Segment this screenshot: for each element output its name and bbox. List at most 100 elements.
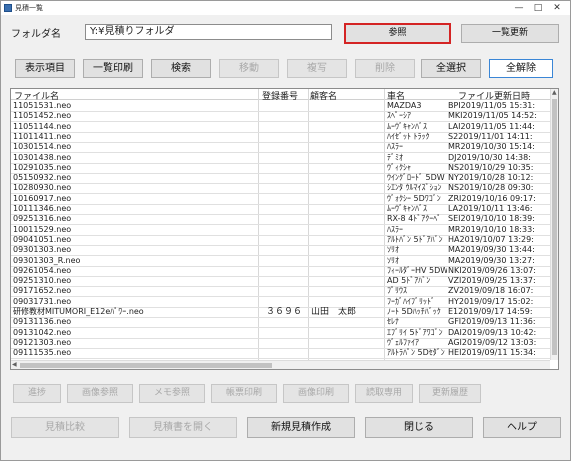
cell-customer (311, 286, 381, 296)
title-bar: 見積一覧 — □ ✕ (1, 1, 570, 15)
cell-number (261, 286, 307, 296)
bottom-button[interactable]: 見積書を開く (129, 417, 237, 438)
bottom-button[interactable]: 見積比較 (11, 417, 119, 438)
cell-customer (311, 183, 381, 193)
minimize-icon[interactable]: — (512, 2, 526, 14)
cell-car: AD 5ﾄﾞｱﾊﾞﾝ (387, 276, 431, 286)
cell-customer (311, 276, 381, 286)
cell-file: 10291035.neo (13, 162, 72, 172)
cell-customer (311, 348, 381, 358)
cell-updated: ZRI2019/10/16 09:17: (448, 193, 536, 203)
cell-file: 09301303.neo (13, 245, 72, 255)
action-button[interactable]: 画像参照 (67, 384, 133, 403)
vertical-scroll-thumb[interactable] (552, 99, 557, 355)
cell-updated: DAI2019/09/13 10:42: (448, 327, 537, 337)
cell-customer (311, 204, 381, 214)
cell-car: ｳﾞｨｸｼｬ (387, 162, 411, 172)
cell-number (261, 256, 307, 266)
cell-file: 09171652.neo (13, 286, 72, 296)
refresh-list-button[interactable]: 一覧更新 (461, 24, 559, 43)
cell-number (261, 111, 307, 121)
cell-file: 10011529.neo (13, 224, 72, 234)
toolbar-button[interactable]: 表示項目 (15, 59, 75, 78)
maximize-icon[interactable]: □ (531, 2, 545, 14)
cell-file: 11051452.neo (13, 111, 72, 121)
action-button[interactable]: 更新履歴 (419, 384, 481, 403)
cell-customer (311, 297, 381, 307)
horizontal-scrollbar[interactable]: ◀ (11, 360, 550, 369)
cell-file: 10301438.neo (13, 152, 72, 162)
cell-file: 09041051.neo (13, 234, 72, 244)
scroll-left-icon[interactable]: ◀ (12, 361, 17, 369)
cell-car: ﾌｨｰﾙﾀﾞｰHV 5DW (387, 265, 447, 275)
toolbar-button[interactable]: 削除 (355, 59, 415, 78)
table-row[interactable]: 09111535.neo ｱﾙﾄﾗﾊﾟﾝ 5Dｾﾀﾞﾝ HEI2019/09/11 … (11, 348, 550, 360)
toolbar-button[interactable]: 複写 (287, 59, 347, 78)
cell-car: ｱﾙﾄﾊﾞﾝ 5ﾄﾞｱﾊﾞﾝ (387, 234, 443, 244)
cell-number (261, 194, 307, 204)
cell-updated: SEI2019/10/10 18:39: (448, 214, 535, 224)
app-icon (4, 4, 12, 12)
cell-updated: MA2019/09/30 13:27: (448, 255, 535, 265)
cell-updated: MKI2019/11/05 14:52: (448, 111, 537, 121)
cell-customer (311, 194, 381, 204)
cell-file: 09131136.neo (13, 317, 72, 327)
toolbar-button[interactable]: 全選択 (421, 59, 481, 78)
cell-number (261, 142, 307, 152)
toolbar-button[interactable]: 移動 (219, 59, 279, 78)
window-title: 見積一覧 (15, 4, 43, 12)
action-button[interactable]: 読取専用 (355, 384, 413, 403)
cell-number (261, 183, 307, 193)
vertical-scrollbar[interactable]: ▲ (550, 89, 558, 360)
cell-number (261, 328, 307, 338)
cell-number (261, 132, 307, 142)
cell-updated: HA2019/10/07 13:29: (448, 234, 534, 244)
bottom-button[interactable]: ヘルプ (483, 417, 561, 438)
estimate-file-list[interactable]: ファイル名 登録番号 顧客名 車名 ファイル更新日時 11051531.neo M… (10, 88, 559, 370)
cell-number (261, 214, 307, 224)
toolbar-button[interactable]: 一覧印刷 (83, 59, 143, 78)
cell-file: 09121303.neo (13, 337, 72, 347)
cell-car: ｽﾍﾟｰｼｱ (387, 111, 411, 121)
action-button[interactable]: メモ参照 (139, 384, 205, 403)
cell-file: 05150932.neo (13, 173, 72, 183)
close-icon[interactable]: ✕ (550, 2, 564, 14)
folder-path-field[interactable]: Y:¥見積りフォルダ (85, 24, 332, 40)
cell-car: ﾌｰｶﾞﾊｲﾌﾞﾘｯﾄﾞ (387, 296, 435, 306)
cell-car: ｳﾞｫｸｼｰ 5Dﾜｺﾞﾝ (387, 193, 441, 203)
action-button[interactable]: 帳票印刷 (211, 384, 277, 403)
cell-number: ３６９６ (265, 307, 302, 317)
cell-file: 09301303_R.neo (13, 255, 81, 265)
cell-number (261, 297, 307, 307)
cell-number (261, 204, 307, 214)
cell-file: 研修教材MITUMORI_E12eﾊﾟﾜｰ.neo (13, 307, 144, 316)
cell-file: 10160917.neo (13, 193, 72, 203)
bottom-button[interactable]: 新規見積作成 (247, 417, 355, 438)
cell-file: 09131042.neo (13, 327, 72, 337)
cell-number (261, 235, 307, 245)
cell-file: 10280930.neo (13, 183, 72, 193)
cell-number (261, 266, 307, 276)
toolbar-button[interactable]: 全解除 (489, 59, 553, 78)
cell-updated: NY2019/10/28 10:12: (448, 173, 534, 183)
cell-customer (311, 214, 381, 224)
toolbar-button[interactable]: 検索 (151, 59, 211, 78)
cell-customer (311, 132, 381, 142)
cell-updated: NS2019/10/29 10:35: (448, 162, 534, 172)
bottom-button[interactable]: 閉じる (365, 417, 473, 438)
cell-updated: VZI2019/09/25 13:37: (448, 276, 536, 286)
cell-updated: AGI2019/09/12 13:03: (448, 337, 537, 347)
browse-button[interactable]: 参照 (344, 23, 451, 44)
cell-updated: MR2019/10/10 18:33: (448, 224, 535, 234)
action-button[interactable]: 画像印刷 (283, 384, 349, 403)
table-header: ファイル名 登録番号 顧客名 車名 ファイル更新日時 (11, 89, 558, 102)
cell-updated: LA2019/10/11 13:46: (448, 204, 533, 213)
scroll-up-icon[interactable]: ▲ (552, 89, 557, 97)
cell-updated: S22019/11/01 14:11: (448, 131, 533, 141)
horizontal-scroll-thumb[interactable] (20, 363, 272, 368)
cell-file: 11011411.neo (13, 131, 72, 141)
action-button[interactable]: 進捗 (13, 384, 61, 403)
cell-updated: DJ2019/10/30 14:38: (448, 152, 531, 162)
cell-car: ｾﾚﾅ (387, 317, 399, 327)
cell-customer (311, 163, 381, 173)
